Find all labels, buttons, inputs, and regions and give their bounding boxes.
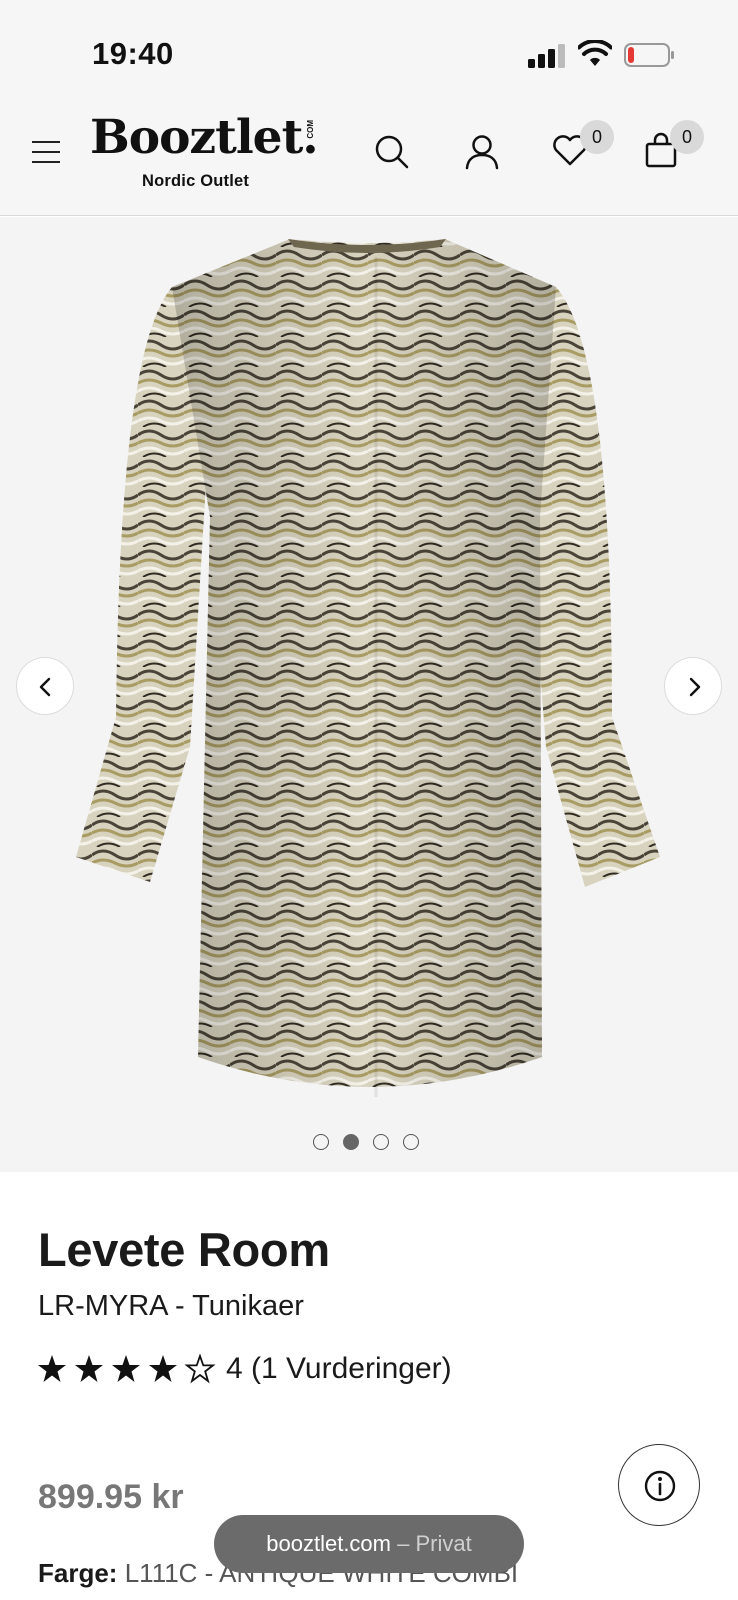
product-brand[interactable]: Levete Room [38, 1222, 330, 1277]
gallery-dot[interactable] [313, 1134, 329, 1150]
logo-text: Booztlet. [90, 110, 319, 165]
rating-summary[interactable]: 4 (1 Vurderinger) [226, 1352, 452, 1386]
cart-count-badge: 0 [670, 120, 704, 154]
gallery-dot[interactable] [403, 1134, 419, 1150]
account-icon[interactable] [462, 132, 502, 172]
gallery-dot-active[interactable] [343, 1134, 359, 1150]
browser-mode: – Privat [397, 1531, 472, 1556]
logo-com: COM [306, 120, 315, 139]
search-icon[interactable] [372, 132, 412, 172]
star-empty-icon [184, 1354, 216, 1384]
wishlist-count-badge: 0 [580, 120, 614, 154]
wishlist-button[interactable]: 0 [552, 120, 632, 180]
next-image-button[interactable] [664, 657, 722, 715]
star-filled-icon [149, 1355, 177, 1382]
gallery-dot[interactable] [373, 1134, 389, 1150]
info-icon [644, 1470, 676, 1502]
product-price: 899.95 kr [38, 1478, 184, 1516]
chevron-left-icon [39, 677, 51, 697]
menu-icon[interactable] [32, 141, 60, 163]
star-filled-icon [112, 1355, 140, 1382]
status-time: 19:40 [92, 36, 174, 71]
product-image-gallery[interactable] [0, 217, 738, 1172]
product-image [76, 239, 660, 1097]
battery-icon [624, 43, 674, 67]
star-filled-icon [75, 1355, 103, 1382]
browser-address-pill[interactable]: booztlet.com – Privat [214, 1515, 524, 1573]
rating-stars [38, 1354, 216, 1384]
cellular-signal-icon [528, 42, 568, 68]
booztlet-logo[interactable]: Booztlet. COM Nordic Outlet [90, 110, 320, 192]
star-filled-icon [38, 1355, 66, 1382]
gallery-pagination [313, 1134, 433, 1154]
logo-subtitle: Nordic Outlet [142, 172, 250, 190]
color-label: Farge: [38, 1558, 118, 1588]
info-button[interactable] [618, 1444, 700, 1526]
status-bar: 19:40 [0, 0, 738, 100]
site-header: Booztlet. COM Nordic Outlet 0 0 [0, 100, 738, 216]
wifi-icon [578, 40, 612, 66]
previous-image-button[interactable] [16, 657, 74, 715]
chevron-right-icon [689, 677, 701, 697]
cart-button[interactable]: 0 [644, 120, 724, 180]
browser-domain: booztlet.com [266, 1531, 391, 1556]
product-name: LR-MYRA - Tunikaer [38, 1290, 304, 1322]
